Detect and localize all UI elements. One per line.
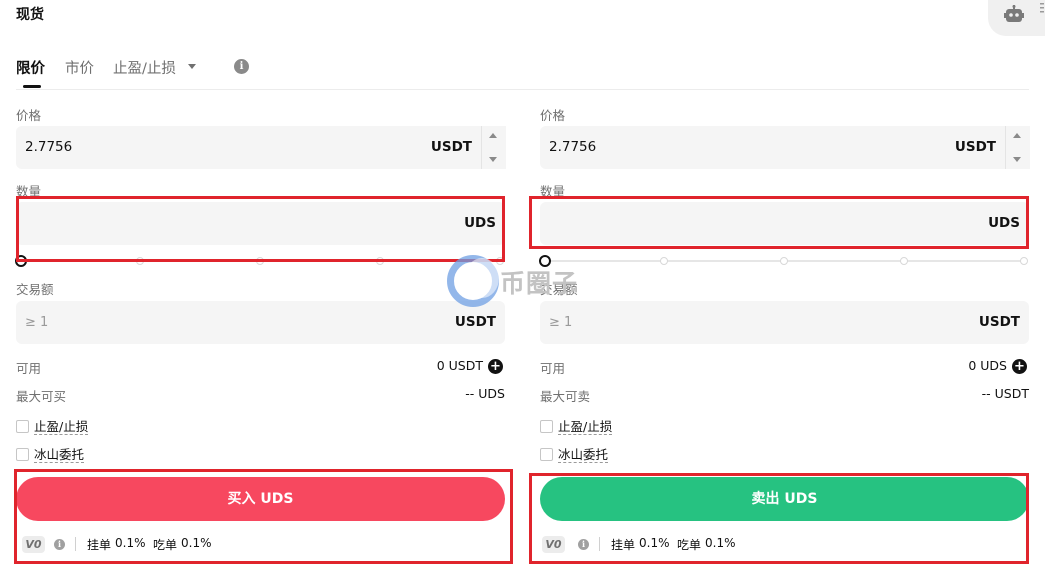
sell-slider-step-25[interactable] — [660, 257, 668, 265]
highlight-box-sell-qty — [529, 196, 1029, 249]
watermark-logo-gap — [465, 258, 499, 298]
sell-available-label: 可用 — [540, 361, 566, 376]
tabs-divider — [16, 89, 1029, 90]
sell-max-label: 最大可卖 — [540, 389, 591, 404]
buy-available-value: 0 USDT — [436, 358, 483, 373]
sell-iceberg-checkbox[interactable] — [540, 448, 553, 461]
chevron-down-icon[interactable] — [1013, 157, 1021, 162]
buy-available-label: 可用 — [16, 361, 42, 376]
buy-max-value: -- UDS — [465, 386, 505, 401]
tab-limit[interactable]: 限价 — [16, 57, 45, 78]
info-icon[interactable]: i — [234, 59, 249, 74]
sell-available-value: 0 UDS — [968, 358, 1007, 373]
tab-tp-sl[interactable]: 止盈/止损 — [113, 57, 176, 78]
buy-iceberg-label[interactable]: 冰山委托 — [34, 447, 85, 463]
buy-amount-label: 交易额 — [16, 282, 54, 297]
highlight-box-buy-action — [14, 469, 513, 564]
sell-slider-step-100[interactable] — [1020, 257, 1028, 265]
plus-circle-icon[interactable]: + — [488, 359, 503, 374]
sell-slider-step-75[interactable] — [900, 257, 908, 265]
highlight-box-sell-action — [529, 473, 1029, 564]
tab-market[interactable]: 市价 — [65, 57, 94, 78]
buy-tp-sl-label[interactable]: 止盈/止损 — [34, 419, 89, 435]
watermark-text: 币圈子 — [500, 269, 579, 298]
chevron-up-icon[interactable] — [1013, 133, 1021, 138]
buy-tp-sl-checkbox[interactable] — [16, 420, 29, 433]
buy-amount-unit: USDT — [454, 314, 496, 330]
chevron-up-icon[interactable] — [489, 133, 497, 138]
buy-max-label: 最大可买 — [16, 389, 67, 404]
sell-iceberg-label[interactable]: 冰山委托 — [558, 447, 609, 463]
highlight-box-buy-qty — [16, 196, 505, 262]
robot-icon[interactable] — [1004, 5, 1024, 23]
sell-price-value[interactable]: 2.7756 — [549, 139, 596, 155]
sell-amount-unit: USDT — [978, 314, 1020, 330]
sell-price-label: 价格 — [540, 108, 566, 123]
buy-iceberg-checkbox[interactable] — [16, 448, 29, 461]
more-menu-icon[interactable] — [1040, 2, 1044, 14]
caret-down-icon[interactable] — [188, 64, 196, 69]
plus-circle-icon[interactable]: + — [1012, 359, 1027, 374]
buy-price-label: 价格 — [16, 108, 42, 123]
active-tab-indicator — [23, 85, 41, 88]
buy-price-value[interactable]: 2.7756 — [25, 139, 72, 155]
sell-amount-placeholder[interactable]: ≥ 1 — [549, 315, 572, 330]
sell-tp-sl-checkbox[interactable] — [540, 420, 553, 433]
sell-tp-sl-label[interactable]: 止盈/止损 — [558, 419, 613, 435]
chevron-down-icon[interactable] — [489, 157, 497, 162]
page-title: 现货 — [16, 7, 44, 23]
sell-slider-step-50[interactable] — [780, 257, 788, 265]
sell-max-value: -- USDT — [981, 386, 1029, 401]
sell-price-unit: USDT — [954, 139, 996, 155]
buy-amount-placeholder[interactable]: ≥ 1 — [25, 315, 48, 330]
buy-price-unit: USDT — [430, 139, 472, 155]
